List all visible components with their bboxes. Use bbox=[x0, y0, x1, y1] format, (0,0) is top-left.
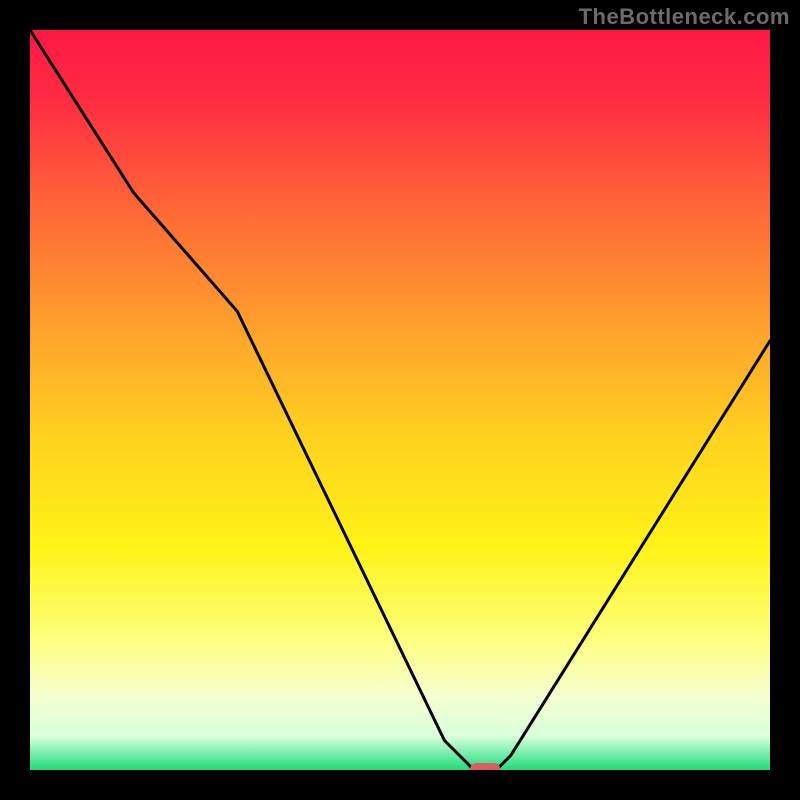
chart-frame: TheBottleneck.com bbox=[0, 0, 800, 800]
optimal-marker bbox=[470, 763, 500, 770]
plot-area bbox=[30, 30, 770, 770]
watermark-text: TheBottleneck.com bbox=[579, 4, 790, 30]
chart-svg bbox=[30, 30, 770, 770]
gradient-background bbox=[30, 30, 770, 770]
